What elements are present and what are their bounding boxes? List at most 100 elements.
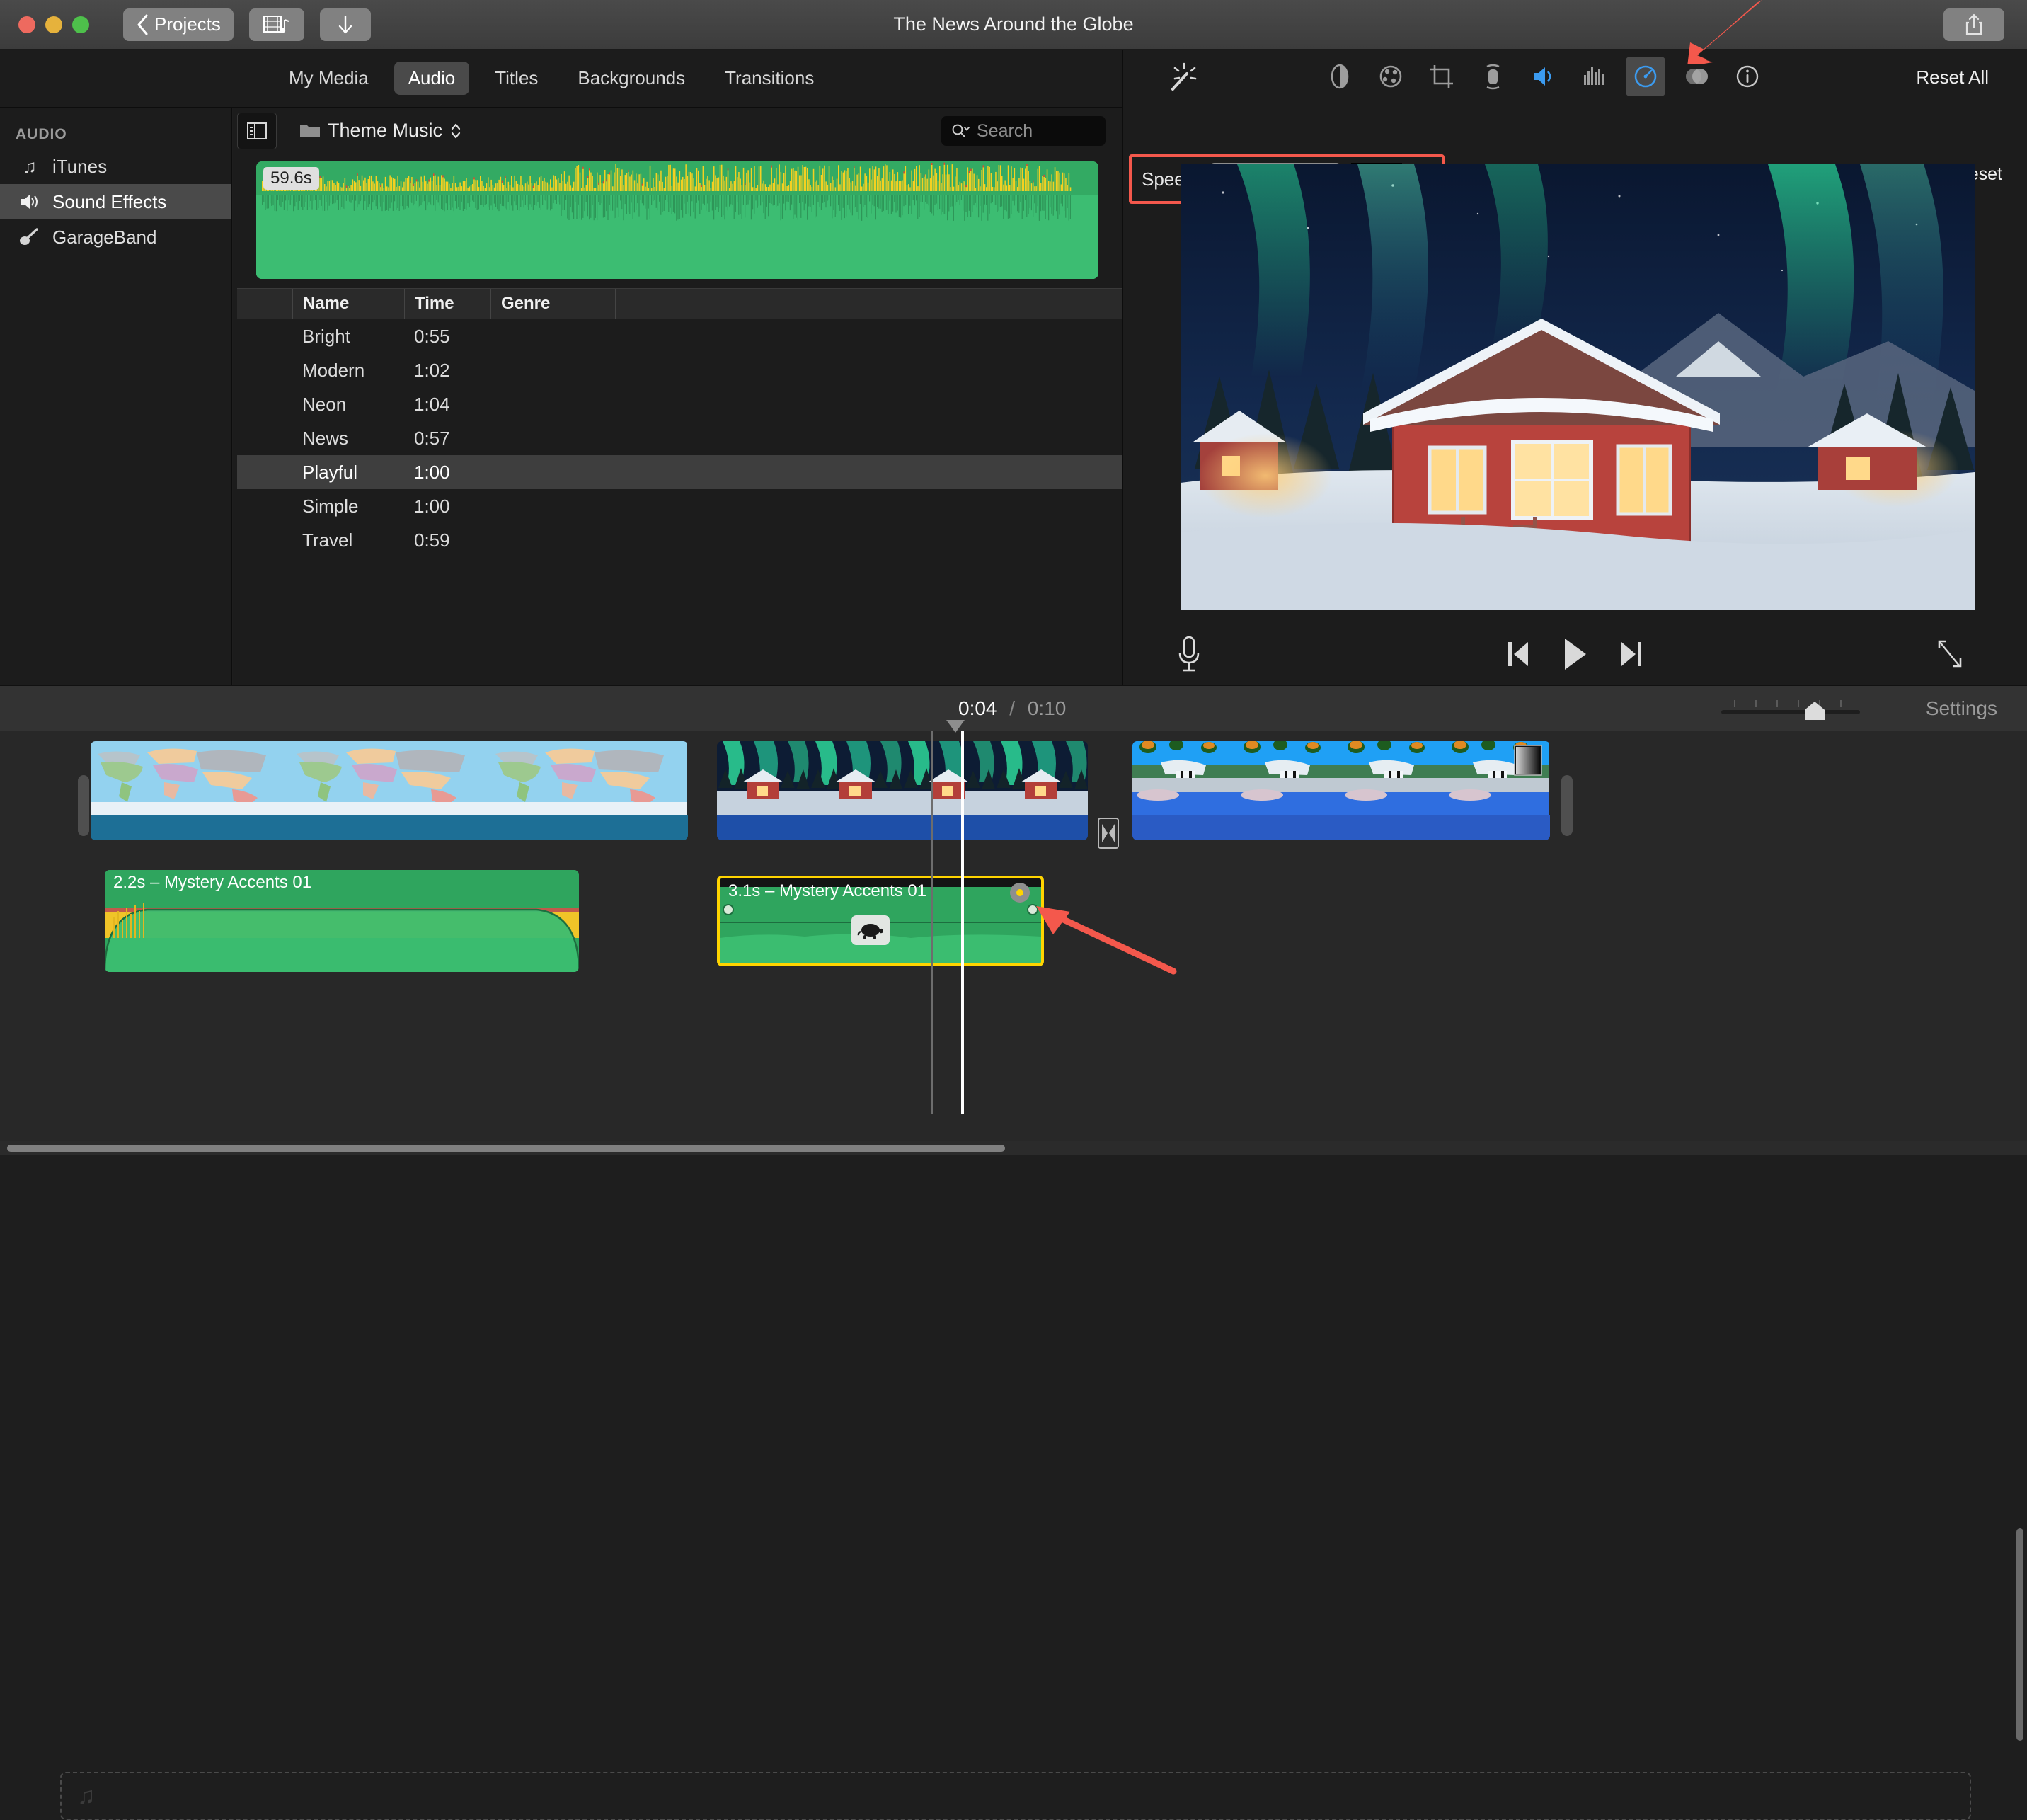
- media-music-toggle-button[interactable]: [249, 8, 304, 41]
- color-balance-icon[interactable]: [1320, 57, 1360, 96]
- clip-speed-handle[interactable]: [1010, 883, 1030, 903]
- media-browser: Theme Music Search 59.6s Name Time Genre…: [233, 108, 1122, 685]
- clip-filter-icon[interactable]: [1677, 57, 1716, 96]
- cell-extra: [615, 353, 1122, 387]
- zoom-tick: [1776, 700, 1778, 707]
- audio-clip-mystery-accents-01-selected[interactable]: 3.1s – Mystery Accents 01: [717, 876, 1044, 966]
- cell-time: 0:55: [404, 319, 490, 353]
- music-drop-zone[interactable]: ♫: [60, 1772, 1971, 1820]
- cell-genre: [490, 489, 615, 523]
- auto-enhance-wand-icon[interactable]: [1161, 59, 1201, 99]
- zoom-tick: [1734, 700, 1735, 707]
- skip-to-start-icon[interactable]: [1506, 639, 1530, 670]
- cell-extra: [615, 387, 1122, 421]
- fade-handle-right[interactable]: [1027, 904, 1038, 915]
- search-placeholder: Search: [977, 121, 1033, 142]
- cell-genre: [490, 523, 615, 557]
- scrollbar-thumb[interactable]: [7, 1145, 1005, 1152]
- download-button[interactable]: [320, 8, 371, 41]
- inspector-toolbar: Reset All: [1123, 50, 2027, 103]
- theme-music-popup-button[interactable]: Theme Music: [299, 120, 462, 142]
- tab-backgrounds[interactable]: Backgrounds: [563, 62, 699, 95]
- cell-name: Neon: [292, 387, 404, 421]
- info-icon[interactable]: [1728, 57, 1767, 96]
- row-icon-cell: [237, 319, 292, 353]
- zoom-tick: [1798, 700, 1799, 707]
- cell-name: Playful: [292, 455, 404, 489]
- playhead-handle[interactable]: [946, 720, 965, 733]
- table-row[interactable]: Travel0:59: [237, 523, 1122, 557]
- timeline-zoom-slider[interactable]: [1721, 699, 1860, 719]
- fullscreen-icon[interactable]: [1935, 637, 1965, 671]
- preview-viewer[interactable]: [1181, 164, 1975, 610]
- video-clip-aurora-cabin[interactable]: [717, 741, 1088, 840]
- audio-waveform-preview[interactable]: 59.6s: [256, 161, 1098, 279]
- projects-back-button[interactable]: Projects: [123, 8, 234, 41]
- clip-trim-handle-right[interactable]: [1561, 775, 1573, 836]
- th-blank[interactable]: [237, 289, 292, 319]
- th-time[interactable]: Time: [404, 289, 490, 319]
- zoom-button[interactable]: [72, 16, 89, 33]
- close-button[interactable]: [18, 16, 35, 33]
- table-row[interactable]: Neon1:04: [237, 387, 1122, 421]
- video-clip-waterfall[interactable]: [1132, 741, 1550, 840]
- play-icon[interactable]: [1560, 636, 1590, 673]
- cell-genre: [490, 319, 615, 353]
- tab-audio[interactable]: Audio: [394, 62, 470, 95]
- turtle-slow-icon[interactable]: [851, 915, 890, 945]
- crop-icon[interactable]: [1422, 57, 1462, 96]
- speed-icon[interactable]: [1626, 57, 1665, 96]
- browser-tab-bar: My Media Audio Titles Backgrounds Transi…: [0, 50, 1122, 108]
- tab-titles[interactable]: Titles: [481, 62, 552, 95]
- sidebar-item-itunes[interactable]: ♫ iTunes: [0, 149, 231, 184]
- video-clip-audio-bar: [91, 815, 688, 840]
- zoom-thumb[interactable]: [1805, 702, 1825, 720]
- theme-music-label: Theme Music: [328, 120, 442, 142]
- sidebar-item-garageband[interactable]: GarageBand: [0, 219, 231, 255]
- minimize-button[interactable]: [45, 16, 62, 33]
- noise-reduction-equalizer-icon[interactable]: [1575, 57, 1614, 96]
- cell-name: Bright: [292, 319, 404, 353]
- cell-genre: [490, 421, 615, 455]
- sidebar-item-sound-effects[interactable]: Sound Effects: [0, 184, 231, 219]
- tab-my-media[interactable]: My Media: [275, 62, 383, 95]
- cell-time: 0:57: [404, 421, 490, 455]
- music-note-icon: ♫: [18, 156, 41, 178]
- cell-extra: [615, 421, 1122, 455]
- video-clip-world-map[interactable]: [91, 741, 688, 840]
- audio-clip-mystery-accents-01-first[interactable]: 2.2s – Mystery Accents 01: [105, 870, 579, 972]
- table-row[interactable]: Modern1:02: [237, 353, 1122, 387]
- timeline-settings-button[interactable]: Settings: [1926, 697, 1997, 720]
- timeline-vertical-scrollbar[interactable]: [2016, 1528, 2023, 1741]
- cell-time: 1:02: [404, 353, 490, 387]
- tab-transitions[interactable]: Transitions: [711, 62, 828, 95]
- table-row[interactable]: Simple1:00: [237, 489, 1122, 523]
- timeline-horizontal-scrollbar[interactable]: [0, 1141, 2027, 1155]
- table-row[interactable]: Playful1:00: [237, 455, 1122, 489]
- th-name[interactable]: Name: [292, 289, 404, 319]
- search-input[interactable]: Search: [941, 116, 1106, 146]
- row-icon-cell: [237, 455, 292, 489]
- cross-dissolve-transition-icon[interactable]: [1098, 818, 1119, 849]
- fade-handle-left[interactable]: [723, 904, 734, 915]
- th-extra[interactable]: [615, 289, 1122, 319]
- share-button[interactable]: [1943, 8, 2004, 41]
- cell-time: 1:00: [404, 455, 490, 489]
- sidebar-item-label: GarageBand: [52, 227, 156, 248]
- table-row[interactable]: Bright0:55: [237, 319, 1122, 353]
- skip-to-end-icon[interactable]: [1619, 639, 1643, 670]
- table-row[interactable]: News0:57: [237, 421, 1122, 455]
- browser-toolbar: Theme Music Search: [233, 108, 1122, 154]
- cell-time: 0:59: [404, 523, 490, 557]
- playhead[interactable]: [961, 731, 964, 1114]
- projects-label: Projects: [154, 13, 221, 35]
- video-clip-audio-bar: [717, 815, 1088, 840]
- color-correction-icon[interactable]: [1371, 57, 1411, 96]
- th-genre[interactable]: Genre: [490, 289, 615, 319]
- clip-trim-handle-left[interactable]: [78, 775, 89, 836]
- stabilization-icon[interactable]: [1473, 57, 1512, 96]
- reset-all-button[interactable]: Reset All: [1916, 67, 1989, 88]
- speaker-icon: [18, 193, 41, 211]
- sidebar-toggle-icon[interactable]: [237, 113, 277, 149]
- volume-icon[interactable]: [1524, 57, 1563, 96]
